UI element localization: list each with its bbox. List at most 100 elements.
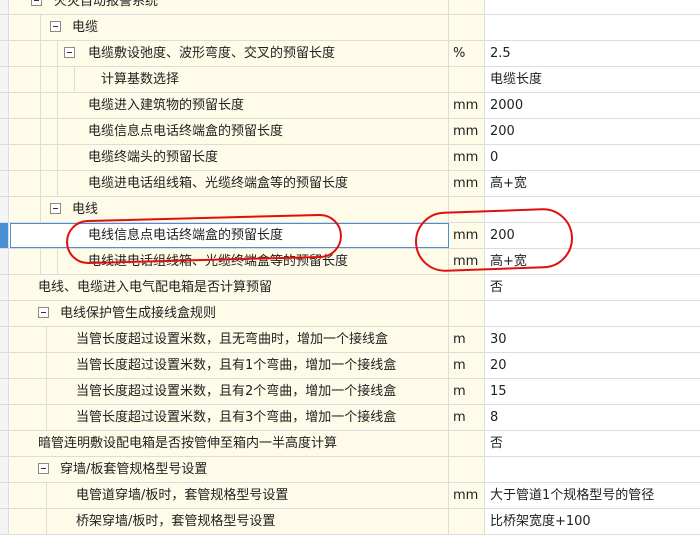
row-label: 桥架穿墙/板时，套管规格型号设置 (76, 514, 276, 529)
grid-row[interactable]: 电线进电话组线箱、光缆终端盒等的预留长度 mm 高+宽 (0, 249, 700, 275)
collapse-icon[interactable] (31, 0, 42, 6)
tree-line (40, 249, 41, 274)
value-cell[interactable]: 20 (485, 353, 700, 378)
grid-row[interactable]: 电线、电缆进入电气配电箱是否计算预留 否 (0, 275, 700, 301)
grid-row[interactable]: 当管长度超过设置米数，且有1个弯曲，增加一个接线盒 m 20 (0, 353, 700, 379)
name-cell[interactable]: 穿墙/板套管规格型号设置 (10, 457, 449, 482)
tree-line (46, 327, 47, 352)
collapse-icon[interactable] (38, 307, 49, 318)
grid-row[interactable]: 电缆 (0, 15, 700, 41)
row-label: 当管长度超过设置米数，且无弯曲时，增加一个接线盒 (76, 332, 389, 347)
row-gutter (0, 301, 9, 326)
value-cell[interactable]: 200 (485, 119, 700, 144)
grid-row[interactable]: 电管道穿墙/板时，套管规格型号设置 mm 大于管道1个规格型号的管径 (0, 483, 700, 509)
tree-line (40, 41, 41, 66)
row-label: 电线信息点电话终端盒的预留长度 (88, 228, 284, 243)
tree-line (40, 15, 41, 40)
grid-row[interactable]: 计算基数选择 电缆长度 (0, 67, 700, 93)
value-cell[interactable]: 比桥架宽度+100 (485, 509, 700, 534)
grid-row[interactable]: 电缆进电话组线箱、光缆终端盒等的预留长度 mm 高+宽 (0, 171, 700, 197)
value-cell[interactable] (485, 0, 700, 14)
unit-cell: m (449, 353, 485, 378)
tree-line (40, 197, 41, 222)
row-gutter (0, 379, 9, 404)
value-cell[interactable] (485, 197, 700, 222)
row-gutter (0, 457, 9, 482)
row-gutter (0, 145, 9, 170)
grid-row[interactable]: 穿墙/板套管规格型号设置 (0, 457, 700, 483)
name-cell[interactable]: 电线保护管生成接线盒规则 (10, 301, 449, 326)
name-cell[interactable]: 电缆进电话组线箱、光缆终端盒等的预留长度 (10, 171, 449, 196)
name-cell[interactable]: 电线进电话组线箱、光缆终端盒等的预留长度 (10, 249, 449, 274)
grid-row[interactable]: 电线 (0, 197, 700, 223)
tree-line (40, 171, 41, 196)
value-cell[interactable]: 电缆长度 (485, 67, 700, 92)
name-cell[interactable]: 电缆 (10, 15, 449, 40)
name-cell[interactable]: 火灾自动报警系统 (10, 0, 449, 14)
grid-row[interactable]: 当管长度超过设置米数，且有2个弯曲，增加一个接线盒 m 15 (0, 379, 700, 405)
value-cell[interactable]: 0 (485, 145, 700, 170)
name-cell[interactable]: 电缆敷设弛度、波形弯度、交叉的预留长度 (10, 41, 449, 66)
value-cell[interactable]: 2000 (485, 93, 700, 118)
unit-cell: m (449, 405, 485, 430)
grid-row[interactable]: 电缆终端头的预留长度 mm 0 (0, 145, 700, 171)
grid-row[interactable]: 电缆敷设弛度、波形弯度、交叉的预留长度 % 2.5 (0, 41, 700, 67)
value-cell[interactable]: 否 (485, 431, 700, 456)
name-cell[interactable]: 当管长度超过设置米数，且有1个弯曲，增加一个接线盒 (10, 353, 449, 378)
tree-line (57, 145, 58, 170)
tree-line (40, 119, 41, 144)
collapse-icon[interactable] (50, 21, 61, 32)
value-cell[interactable]: 大于管道1个规格型号的管径 (485, 483, 700, 508)
grid-row[interactable]: 电缆信息点电话终端盒的预留长度 mm 200 (0, 119, 700, 145)
row-label: 电缆进电话组线箱、光缆终端盒等的预留长度 (88, 176, 349, 191)
row-label: 电缆敷设弛度、波形弯度、交叉的预留长度 (88, 46, 336, 61)
tree-line (57, 119, 58, 144)
grid-row[interactable]: 当管长度超过设置米数，且有3个弯曲，增加一个接线盒 m 8 (0, 405, 700, 431)
name-cell[interactable]: 计算基数选择 (10, 67, 449, 92)
name-cell[interactable]: 电缆进入建筑物的预留长度 (10, 93, 449, 118)
value-cell[interactable] (485, 301, 700, 326)
value-cell[interactable]: 2.5 (485, 41, 700, 66)
value-cell[interactable]: 否 (485, 275, 700, 300)
name-cell[interactable]: 桥架穿墙/板时，套管规格型号设置 (10, 509, 449, 534)
value-cell[interactable] (485, 15, 700, 40)
name-cell[interactable]: 暗管连明敷设配电箱是否按管伸至箱内一半高度计算 (10, 431, 449, 456)
grid-row[interactable]: 电缆进入建筑物的预留长度 mm 2000 (0, 93, 700, 119)
unit-cell: mm (449, 119, 485, 144)
name-cell[interactable]: 电管道穿墙/板时，套管规格型号设置 (10, 483, 449, 508)
grid-row[interactable]: 火灾自动报警系统 (0, 0, 700, 15)
unit-cell (449, 15, 485, 40)
row-label: 当管长度超过设置米数，且有1个弯曲，增加一个接线盒 (76, 358, 397, 373)
name-cell[interactable]: 电缆终端头的预留长度 (10, 145, 449, 170)
name-cell[interactable]: 电线信息点电话终端盒的预留长度 (10, 223, 449, 248)
row-gutter (0, 405, 9, 430)
row-gutter (0, 509, 9, 534)
name-cell[interactable]: 电线、电缆进入电气配电箱是否计算预留 (10, 275, 449, 300)
value-cell[interactable]: 高+宽 (485, 249, 700, 274)
value-cell[interactable] (485, 457, 700, 482)
unit-cell (449, 457, 485, 482)
value-cell[interactable]: 高+宽 (485, 171, 700, 196)
grid-row[interactable]: 桥架穿墙/板时，套管规格型号设置 比桥架宽度+100 (0, 509, 700, 535)
grid-row[interactable]: 电线保护管生成接线盒规则 (0, 301, 700, 327)
name-cell[interactable]: 当管长度超过设置米数，且有3个弯曲，增加一个接线盒 (10, 405, 449, 430)
name-cell[interactable]: 当管长度超过设置米数，且无弯曲时，增加一个接线盒 (10, 327, 449, 352)
grid-row[interactable]: 当管长度超过设置米数，且无弯曲时，增加一个接线盒 m 30 (0, 327, 700, 353)
value-cell[interactable]: 15 (485, 379, 700, 404)
row-label: 暗管连明敷设配电箱是否按管伸至箱内一半高度计算 (38, 436, 338, 451)
collapse-icon[interactable] (64, 47, 75, 58)
collapse-icon[interactable] (38, 463, 49, 474)
tree-line (40, 93, 41, 118)
grid-row[interactable]: 暗管连明敷设配电箱是否按管伸至箱内一半高度计算 否 (0, 431, 700, 457)
grid-row-selected[interactable]: 电线信息点电话终端盒的预留长度 mm 200 (0, 223, 700, 249)
value-cell[interactable]: 200 (485, 223, 700, 248)
row-gutter (0, 15, 9, 40)
name-cell[interactable]: 电缆信息点电话终端盒的预留长度 (10, 119, 449, 144)
name-cell[interactable]: 电线 (10, 197, 449, 222)
tree-line (57, 93, 58, 118)
collapse-icon[interactable] (50, 203, 61, 214)
value-cell[interactable]: 30 (485, 327, 700, 352)
unit-cell (449, 301, 485, 326)
value-cell[interactable]: 8 (485, 405, 700, 430)
name-cell[interactable]: 当管长度超过设置米数，且有2个弯曲，增加一个接线盒 (10, 379, 449, 404)
